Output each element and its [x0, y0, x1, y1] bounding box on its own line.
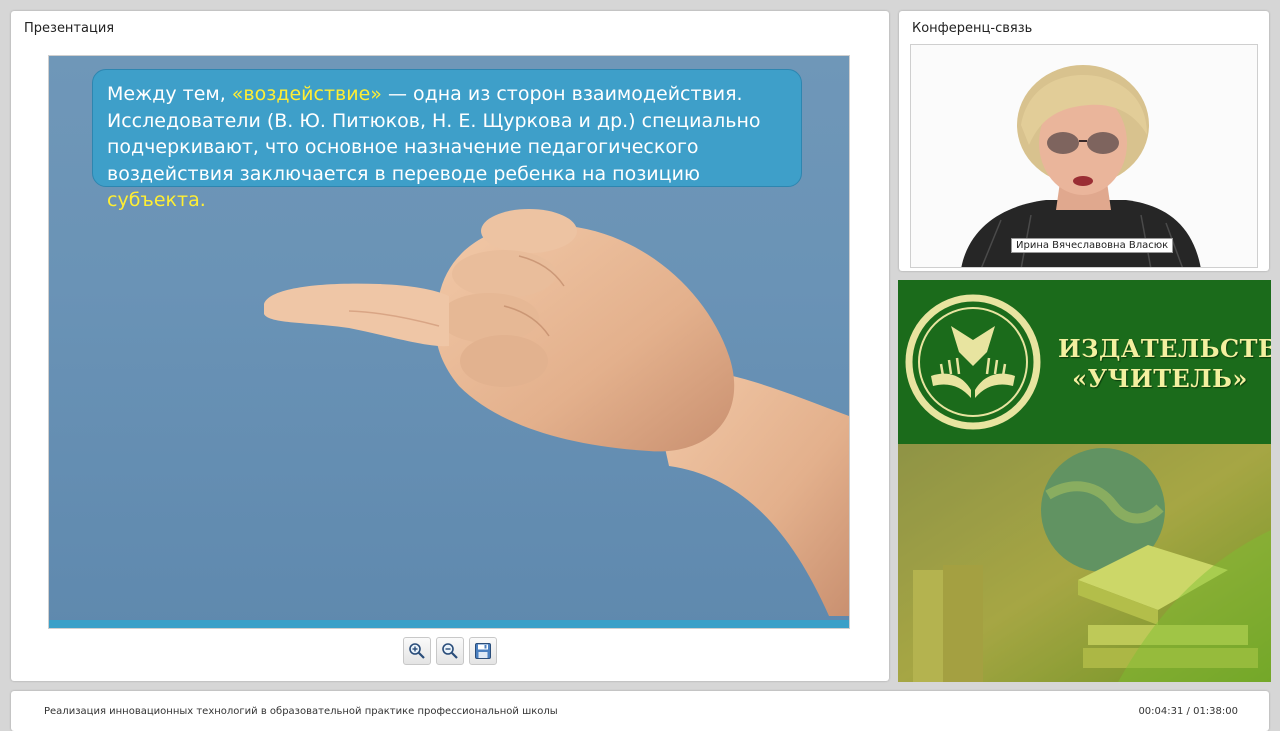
slide-text-box: Между тем, «воздействие» — одна из сторо…: [92, 69, 802, 211]
playback-time: 00:04:31 / 01:38:00: [1138, 706, 1238, 717]
publisher-header: ИЗДАТЕЛЬСТВО «УЧИТЕЛЬ»: [898, 280, 1271, 444]
save-button[interactable]: [469, 637, 497, 665]
publisher-name-line2: «УЧИТЕЛЬ»: [1072, 364, 1248, 393]
presentation-panel: Презентация Между тем, «воздействие» — о…: [11, 11, 889, 681]
zoom-in-icon: [409, 643, 425, 659]
floppy-disk-icon: [475, 643, 491, 659]
slide-highlight-term: субъекта: [107, 189, 200, 211]
zoom-out-icon: [442, 643, 458, 659]
slide-text-period: .: [199, 189, 206, 211]
presentation-slide: Между тем, «воздействие» — одна из сторо…: [48, 55, 850, 629]
publisher-logo-icon: [905, 294, 1041, 430]
zoom-in-button[interactable]: [403, 637, 431, 665]
speaker-photo: [961, 65, 1201, 267]
speaker-name-label: Ирина Вячеславовна Власюк: [1011, 238, 1174, 253]
speaker-video[interactable]: Ирина Вячеславовна Власюк: [910, 44, 1258, 268]
slide-highlight-term: «воздействие»: [231, 83, 382, 105]
slide-text-part: Между тем,: [107, 83, 232, 105]
zoom-out-button[interactable]: [436, 637, 464, 665]
publisher-name-line1: ИЗДАТЕЛЬСТВО: [1058, 334, 1271, 363]
publisher-banner[interactable]: ИЗДАТЕЛЬСТВО «УЧИТЕЛЬ»: [898, 280, 1271, 682]
course-title: Реализация инновационных технологий в об…: [44, 706, 558, 717]
presentation-panel-title: Презентация: [24, 21, 115, 36]
footer-bar: Реализация инновационных технологий в об…: [11, 691, 1269, 731]
conference-panel: Конференц-связь Ирина Вячеславовна Власю…: [899, 11, 1269, 271]
slide-bottom-bar: [49, 620, 849, 628]
conference-panel-title: Конференц-связь: [912, 21, 1033, 36]
